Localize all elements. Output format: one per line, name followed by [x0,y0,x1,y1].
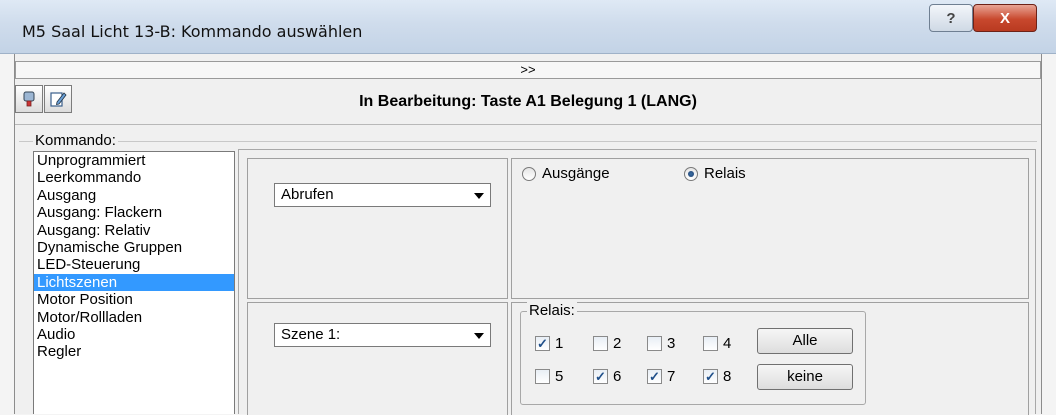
radio-ausgaenge-circle[interactable] [522,166,536,181]
relais-1-label: 1 [555,335,564,352]
relais-6-box[interactable]: ✓ [593,369,608,384]
toolbar: In Bearbeitung: Taste A1 Belegung 1 (LAN… [15,81,1041,125]
relais-checkbox-4[interactable]: 4 [703,335,731,352]
relais-7-box[interactable]: ✓ [647,369,662,384]
relais-group: Relais: ✓ 1 2 3 4 5 ✓ 6 ✓ 7 ✓ 8 Alle kei… [520,302,866,405]
action-select[interactable]: Abrufen [274,183,491,207]
command-settings-panel: Abrufen Ausgänge Relais Szene 1: Relais:… [238,149,1036,415]
action-select-value: Abrufen [281,186,334,203]
relais-5-label: 5 [555,368,564,385]
command-list-item[interactable]: Lichtszenen [34,273,234,292]
relais-2-box[interactable] [593,336,608,351]
chevron-down-icon [474,333,484,339]
command-list[interactable]: Unprogrammiert Leerkommando Ausgang Ausgang… [33,151,235,414]
window-title: M5 Saal Licht 13-B: Kommando auswählen [22,22,363,41]
command-list-item[interactable]: Dynamische Gruppen [34,239,234,256]
scene-select[interactable]: Szene 1: [274,323,491,347]
relais-3-label: 3 [667,335,676,352]
command-list-item[interactable]: Ausgang [34,187,234,204]
radio-ausgaenge-label: Ausgänge [542,165,610,182]
scene-select-value: Szene 1: [281,326,341,343]
relais-checkbox-2[interactable]: 2 [593,335,621,352]
relais-8-label: 8 [723,368,732,385]
command-list-item[interactable]: LED-Steuerung [34,256,234,273]
client-area: >> In Bearbeitung: Taste A1 Belegung 1 (… [14,54,1042,415]
relais-checkbox-1[interactable]: ✓ 1 [535,335,563,352]
relais-checkbox-6[interactable]: ✓ 6 [593,368,621,385]
relais-checkbox-3[interactable]: 3 [647,335,675,352]
radio-ausgaenge[interactable]: Ausgänge [522,165,610,182]
close-button[interactable]: X [973,4,1037,32]
relais-3-box[interactable] [647,336,662,351]
command-list-item[interactable]: Ausgang: Relativ [34,222,234,239]
command-group-label: Kommando: [33,132,118,149]
radio-relais[interactable]: Relais [684,165,746,182]
relais-4-label: 4 [723,335,732,352]
help-button[interactable]: ? [929,4,973,32]
expand-toggle[interactable]: >> [15,61,1041,79]
relais-6-label: 6 [613,368,622,385]
command-list-item[interactable]: Leerkommando [34,169,234,186]
relais-7-label: 7 [667,368,676,385]
radio-relais-circle[interactable] [684,166,698,181]
target-panel: Ausgänge Relais [511,158,1029,299]
command-group-border [19,141,1037,142]
relais-checkbox-5[interactable]: 5 [535,368,563,385]
select-none-button[interactable]: keine [757,364,853,390]
relais-checkbox-8[interactable]: ✓ 8 [703,368,731,385]
command-list-item[interactable]: Unprogrammiert [34,152,234,169]
chevron-down-icon [474,193,484,199]
radio-relais-label: Relais [704,165,746,182]
relais-group-label: Relais: [527,302,577,319]
relais-8-box[interactable]: ✓ [703,369,718,384]
command-list-item[interactable]: Audio [34,326,234,343]
dialog-window: M5 Saal Licht 13-B: Kommando auswählen ?… [0,0,1056,415]
action-panel: Abrufen [247,158,508,299]
command-list-item[interactable]: Motor Position [34,291,234,308]
editing-header: In Bearbeitung: Taste A1 Belegung 1 (LAN… [359,93,697,110]
relais-panel: Relais: ✓ 1 2 3 4 5 ✓ 6 ✓ 7 ✓ 8 Alle kei… [511,302,1029,415]
command-list-item[interactable]: Ausgang: Flackern [34,204,234,221]
title-bar[interactable]: M5 Saal Licht 13-B: Kommando auswählen ?… [0,0,1056,54]
scene-panel: Szene 1: [247,302,508,415]
relais-4-box[interactable] [703,336,718,351]
relais-5-box[interactable] [535,369,550,384]
relais-checkbox-7[interactable]: ✓ 7 [647,368,675,385]
relais-1-box[interactable]: ✓ [535,336,550,351]
select-all-button[interactable]: Alle [757,328,853,354]
command-list-item[interactable]: Motor/Rollladen [34,309,234,326]
relais-2-label: 2 [613,335,622,352]
command-list-item[interactable]: Regler [34,343,234,360]
